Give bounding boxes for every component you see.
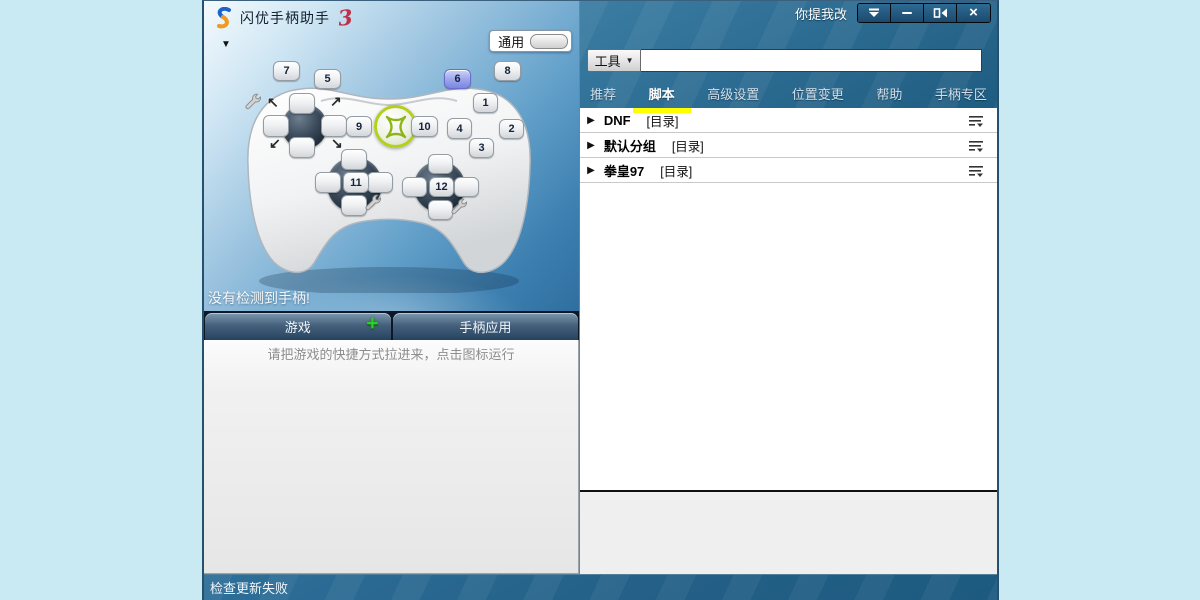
row-menu-button[interactable] [968,164,985,177]
row-menu-icon [968,114,985,127]
pad-direction-button[interactable] [289,137,315,158]
pad-direction-button[interactable] [402,177,427,197]
close-button[interactable]: × [957,4,990,22]
diagonal-arrow-icon: ↘ [331,136,343,150]
left-tabbar: 游戏 + 手柄应用 [204,311,579,340]
pad-button-10[interactable]: 10 [411,116,438,137]
app-logo-icon [214,7,234,29]
tab-games-label: 游戏 [285,317,311,336]
script-name: 默认分组 [604,136,656,155]
pad-button-2[interactable]: 2 [499,119,524,139]
status-bar: 检查更新失败 [204,574,997,600]
row-menu-icon [968,139,985,152]
tab-高级设置[interactable]: 高级设置 [705,82,761,111]
game-drop-zone[interactable]: 请把游戏的快捷方式拉进来，点击图标运行 [204,340,579,574]
tab-gamepad-apps[interactable]: 手柄应用 [393,313,579,340]
row-menu-button[interactable] [968,114,985,127]
pad-settings-wrench[interactable] [364,193,382,216]
pad-direction-button[interactable] [454,177,479,197]
pad-direction-button[interactable] [263,115,289,137]
status-bar-text: 检查更新失败 [210,578,288,597]
row-menu-button[interactable] [968,139,985,152]
window-controls: × [857,3,991,23]
tab-推荐[interactable]: 推荐 [588,82,618,111]
pad-button-5[interactable]: 5 [314,69,341,89]
script-row[interactable]: ▶ 默认分组 [目录] [580,133,997,158]
pad-button-9[interactable]: 9 [346,116,372,137]
tab-手柄专区[interactable]: 手柄专区 [933,82,989,111]
gamepad-panel: 123456789101112↖↗↙↘ 闪优手柄助手 3 ▼ 通用 没有检测到手… [204,1,579,311]
pad-direction-button[interactable] [367,172,393,193]
script-search-input[interactable] [641,49,982,72]
app-title: 闪优手柄助手 [240,8,330,28]
pad-button-7[interactable]: 7 [273,61,300,81]
tab-帮助[interactable]: 帮助 [874,82,904,111]
script-list: ▶DNF[目录]▶默认分组[目录]▶拳皇97[目录] [580,108,997,492]
chevron-down-icon: ▼ [626,56,634,65]
dock-button[interactable] [924,4,957,22]
add-game-icon[interactable]: + [366,312,378,336]
general-toggle-button[interactable] [530,34,568,49]
x-glyph-icon [381,112,411,142]
pad-button-1[interactable]: 1 [473,93,498,113]
left-panel: 123456789101112↖↗↙↘ 闪优手柄助手 3 ▼ 通用 没有检测到手… [204,1,579,574]
drop-hint-text: 请把游戏的快捷方式拉进来，点击图标运行 [204,344,578,363]
pad-button-12[interactable]: 12 [429,177,454,197]
close-icon: × [969,5,978,20]
expand-icon[interactable]: ▶ [587,140,595,151]
tab-脚本[interactable]: 脚本 [647,82,677,111]
tab-gamepad-apps-label: 手柄应用 [459,317,511,336]
pad-button-4[interactable]: 4 [447,118,472,139]
pad-direction-button[interactable] [341,149,367,170]
app-title-group: 闪优手柄助手 3 [214,5,353,30]
pad-button-6[interactable]: 6 [444,69,471,89]
tools-dropdown-button[interactable]: 工具 ▼ [587,49,641,72]
pad-direction-button[interactable] [428,154,453,174]
tools-label: 工具 [595,51,621,70]
tab-games[interactable]: 游戏 + [205,313,391,340]
pad-settings-wrench[interactable] [450,197,468,220]
minimize-icon [902,12,912,14]
diagonal-arrow-icon: ↗ [330,94,342,108]
script-tag: [目录] [647,111,679,130]
right-tabbar: 推荐脚本高级设置位置变更帮助手柄专区 [588,82,989,111]
script-tag: [目录] [660,161,692,180]
right-panel-header: 你提我改 [580,1,997,108]
pad-button-11[interactable]: 11 [343,172,369,193]
script-row[interactable]: ▶ 拳皇97 [目录] [580,158,997,183]
script-tag: [目录] [672,136,704,155]
script-list-footer-area [580,492,997,574]
expand-icon[interactable]: ▶ [587,165,595,176]
tab-位置变更[interactable]: 位置变更 [790,82,846,111]
app-window: 123456789101112↖↗↙↘ 闪优手柄助手 3 ▼ 通用 没有检测到手… [202,0,999,600]
pad-button-3[interactable]: 3 [469,138,494,158]
wrench-icon [450,197,468,215]
dock-icon [933,8,948,18]
gamepad-status-text: 没有检测到手柄! [208,288,310,308]
script-name: 拳皇97 [604,161,644,180]
pad-settings-wrench[interactable] [244,92,262,115]
pad-direction-button[interactable] [321,115,347,137]
right-panel: 你提我改 [579,1,997,574]
panel-dropdown-arrow[interactable]: ▼ [221,39,231,50]
pad-direction-button[interactable] [315,172,341,193]
diagonal-arrow-icon: ↖ [267,95,279,109]
app-version: 3 [337,4,354,30]
collapse-button[interactable] [858,4,891,22]
script-name: DNF [604,113,631,128]
diagonal-arrow-icon: ↙ [269,136,281,150]
collapse-icon [868,8,880,18]
general-label: 通用 [498,32,524,51]
pad-button-8[interactable]: 8 [494,61,521,81]
expand-icon[interactable]: ▶ [587,115,595,126]
feedback-link[interactable]: 你提我改 [795,4,847,23]
wrench-icon [244,92,262,110]
minimize-button[interactable] [891,4,924,22]
row-menu-icon [968,164,985,177]
wrench-icon [364,193,382,211]
general-profile-control[interactable]: 通用 [489,30,572,52]
pad-direction-button[interactable] [289,93,315,114]
